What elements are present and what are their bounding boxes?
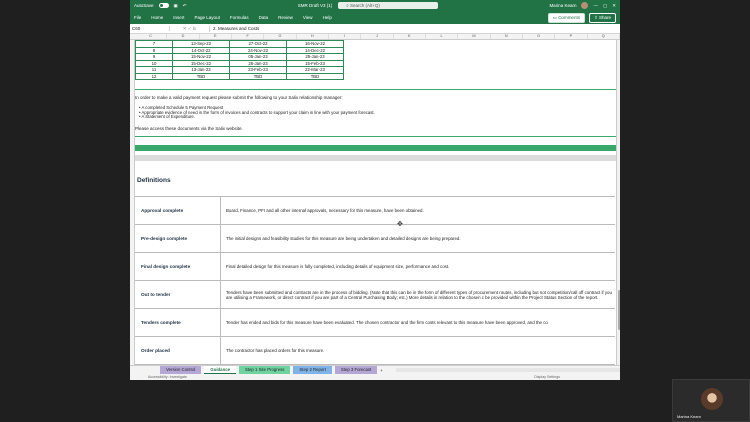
menu-insert[interactable]: Insert: [173, 15, 184, 20]
menu-data[interactable]: Data: [259, 15, 269, 20]
move-cursor-icon: ✥: [397, 221, 403, 228]
status-bar: Accessibility: Investigate Display Setti…: [130, 374, 620, 380]
column-header[interactable]: J: [361, 34, 394, 39]
section-divider: [135, 89, 616, 90]
column-header[interactable]: D: [167, 34, 200, 39]
table-row[interactable]: 12 TBD TBD TBD: [135, 72, 344, 80]
table-cell[interactable]: TBD: [286, 72, 344, 80]
column-header[interactable]: H: [297, 34, 329, 39]
add-sheet-button[interactable]: +: [380, 368, 383, 373]
autosave-toggle[interactable]: [158, 3, 169, 8]
definitions-title: Definitions: [137, 177, 171, 184]
table-cell[interactable]: 12: [135, 72, 173, 80]
payment-access-note: Please access these documents via the Sa…: [135, 126, 243, 131]
menu-view[interactable]: View: [303, 15, 313, 20]
column-header[interactable]: P: [555, 34, 588, 39]
menu-page-layout[interactable]: Page Layout: [195, 15, 220, 20]
table-row[interactable]: Approval complete Board, Finance, PFI and…: [135, 197, 615, 225]
video-tile: Marina Kearn: [672, 379, 750, 422]
column-header[interactable]: N: [491, 34, 523, 39]
column-header[interactable]: I: [329, 34, 362, 39]
list-item: • A Statement of Expenditure.: [139, 114, 195, 120]
section-band: [135, 145, 616, 151]
worksheet-grid[interactable]: 7 13-Sep-22 27-Oct-22 16-Nov-22 8 14-Oct-22 24…: [130, 40, 620, 365]
section-divider: [135, 136, 616, 137]
tab-step-3-forecast[interactable]: Step 3 Forecast: [334, 366, 378, 374]
vertical-scrollbar[interactable]: [616, 40, 620, 365]
maximize-icon[interactable]: ▢: [603, 3, 607, 9]
menu-home[interactable]: Home: [151, 15, 163, 20]
fx-icon[interactable]: ✕ ✓ fx: [170, 25, 210, 32]
comments-button[interactable]: ▭ Comments: [547, 12, 585, 23]
menu-help[interactable]: Help: [323, 15, 332, 20]
table-row[interactable]: Final design complete Final detailed desi…: [135, 253, 615, 281]
column-header[interactable]: G: [264, 34, 297, 39]
formula-bar: C60 ✕ ✓ fx 2. Measures and Costs: [130, 24, 620, 34]
search-box[interactable]: ⌕ Search (Alt+Q): [338, 2, 439, 9]
participant-name: Marina Kearn: [677, 414, 702, 419]
excel-window: AutoSave ▣ ↶ SMR Draft V3 (1) ⌕ Search (…: [130, 0, 620, 380]
table-row[interactable]: Out to tender Tenders have been submitted…: [135, 281, 615, 309]
undo-icon[interactable]: ↶: [183, 3, 187, 9]
table-cell[interactable]: TBD: [172, 72, 230, 80]
name-box[interactable]: C60: [130, 26, 170, 31]
formula-input[interactable]: 2. Measures and Costs: [210, 26, 259, 31]
menu-review[interactable]: Review: [278, 15, 293, 20]
column-header[interactable]: O: [523, 34, 556, 39]
column-header[interactable]: L: [426, 34, 459, 39]
close-icon[interactable]: ✕: [612, 3, 616, 9]
column-header[interactable]: C: [135, 34, 168, 39]
section-band: [135, 155, 616, 161]
tab-version-control[interactable]: Version Control: [160, 366, 202, 374]
menu-file[interactable]: File: [134, 15, 141, 20]
table-cell[interactable]: TBD: [229, 72, 287, 80]
table-row[interactable]: Tenders complete Tender has ended and bid…: [135, 309, 615, 337]
column-header[interactable]: E: [200, 34, 232, 39]
document-title: SMR Draft V3 (1): [297, 3, 333, 8]
share-button[interactable]: ⇪ Share: [588, 12, 616, 23]
column-header[interactable]: Q: [588, 34, 620, 39]
display-settings[interactable]: Display Settings: [534, 375, 560, 379]
column-header[interactable]: M: [458, 34, 491, 39]
tab-guidance[interactable]: Guidance: [204, 366, 236, 374]
menu-formulas[interactable]: Formulas: [230, 15, 249, 20]
user-name: Marina Kearn: [549, 3, 577, 8]
autosave-label: AutoSave: [134, 3, 154, 8]
tab-step-1-site-progress[interactable]: Step 1 Site Progress: [238, 366, 291, 374]
save-icon[interactable]: ▣: [174, 3, 178, 9]
table-row[interactable]: Pre-design complete The initial designs a…: [135, 225, 615, 253]
milestone-dates-table: 7 13-Sep-22 27-Oct-22 16-Nov-22 8 14-Oct-22 24…: [135, 40, 344, 80]
definitions-table: Approval complete Board, Finance, PFI and…: [135, 196, 615, 365]
sheet-tabs: Version Control Guidance Step 1 Site Pro…: [130, 365, 620, 374]
column-header[interactable]: F: [232, 34, 265, 39]
user-avatar[interactable]: [581, 2, 589, 9]
participant-avatar: [701, 388, 723, 410]
column-header[interactable]: K: [394, 34, 426, 39]
payment-bullets: • A completed Schedule 5 Payment Request…: [139, 105, 375, 120]
minimize-icon[interactable]: —: [593, 3, 598, 8]
tab-step-2-report[interactable]: Step 2 Report: [293, 366, 332, 374]
horizontal-scrollbar[interactable]: [395, 368, 620, 372]
payment-intro: In order to make a valid payment request…: [135, 95, 343, 100]
accessibility-status[interactable]: Accessibility: Investigate: [148, 375, 187, 379]
ribbon-tabs: File Home Insert Page Layout Formulas Da…: [130, 11, 620, 24]
table-row[interactable]: Order placed The contractor has placed or…: [135, 337, 615, 365]
title-bar: AutoSave ▣ ↶ SMR Draft V3 (1) ⌕ Search (…: [130, 0, 620, 11]
